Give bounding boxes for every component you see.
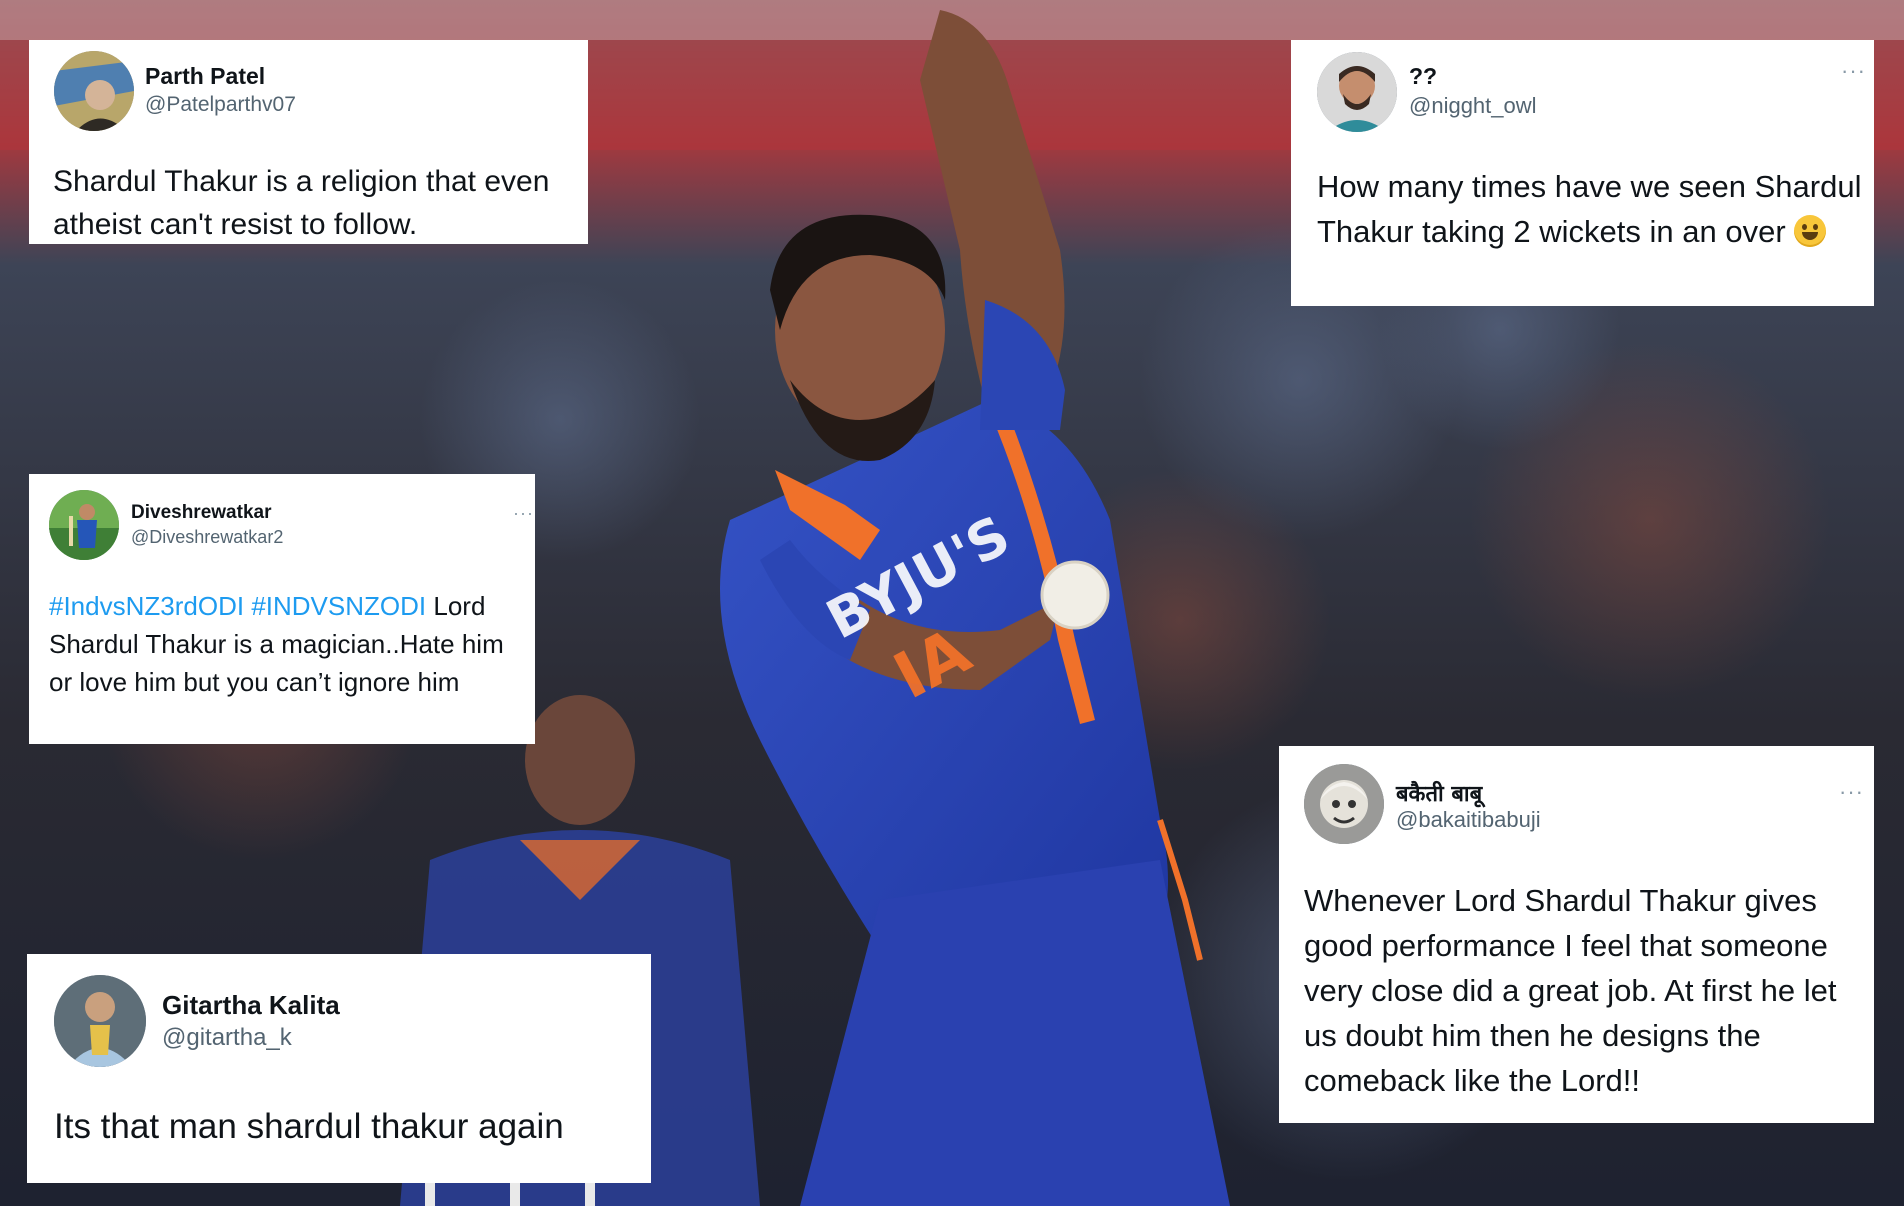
more-options-icon[interactable]: ··· bbox=[1841, 60, 1866, 82]
hashtag-link[interactable]: #INDVSNZODI bbox=[251, 591, 426, 621]
more-options-icon[interactable]: ··· bbox=[1839, 781, 1864, 803]
author-name[interactable]: Gitartha Kalita bbox=[162, 990, 340, 1021]
meme-collage: BYJU'S IA Parth Patel @Patelparthv07 Sha… bbox=[0, 0, 1904, 1206]
tweet-card-nigght-owl: ?? @nigght_owl ··· How many times have w… bbox=[1291, 40, 1874, 306]
author-handle[interactable]: @gitartha_k bbox=[162, 1024, 292, 1052]
avatar-icon[interactable] bbox=[49, 490, 119, 560]
avatar-icon[interactable] bbox=[54, 975, 146, 1067]
tweet-body: #IndvsNZ3rdODI #INDVSNZODI Lord Shardul … bbox=[49, 587, 531, 701]
tweet-text: How many times have we seen Shardul Thak… bbox=[1317, 169, 1862, 249]
tweet-card-bakaitibabuji: बकैती बाबू @bakaitibabuji ··· Whenever L… bbox=[1279, 746, 1874, 1123]
tweet-card-parth-patel: Parth Patel @Patelparthv07 Shardul Thaku… bbox=[29, 40, 588, 244]
tweet-text: Whenever Lord Shardul Thakur gives good … bbox=[1304, 883, 1837, 1098]
author-handle[interactable]: @Diveshrewatkar2 bbox=[131, 527, 283, 548]
author-handle[interactable]: @bakaitibabuji bbox=[1396, 807, 1541, 833]
tweet-body: How many times have we seen Shardul Thak… bbox=[1317, 164, 1872, 254]
tweet-text: Its that man shardul thakur again bbox=[54, 1107, 564, 1146]
grinning-face-emoji bbox=[1794, 215, 1827, 247]
avatar-icon[interactable] bbox=[54, 51, 134, 131]
tweet-card-diveshrewatkar: Diveshrewatkar @Diveshrewatkar2 ··· #Ind… bbox=[29, 474, 535, 744]
author-handle[interactable]: @nigght_owl bbox=[1409, 93, 1537, 119]
author-name[interactable]: बकैती बाबू bbox=[1396, 778, 1482, 808]
avatar-icon[interactable] bbox=[1317, 52, 1397, 132]
tweet-card-gitartha-kalita: Gitartha Kalita @gitartha_k Its that man… bbox=[27, 954, 651, 1183]
avatar-icon[interactable] bbox=[1304, 764, 1384, 844]
author-handle[interactable]: @Patelparthv07 bbox=[145, 93, 296, 117]
hashtag-link[interactable]: #IndvsNZ3rdODI bbox=[49, 591, 244, 621]
more-options-icon[interactable]: ··· bbox=[513, 504, 534, 522]
author-name[interactable]: ?? bbox=[1409, 63, 1437, 90]
tweet-text: Shardul Thakur is a religion that even a… bbox=[53, 165, 550, 241]
author-name[interactable]: Parth Patel bbox=[145, 63, 265, 90]
author-name[interactable]: Diveshrewatkar bbox=[131, 502, 271, 524]
